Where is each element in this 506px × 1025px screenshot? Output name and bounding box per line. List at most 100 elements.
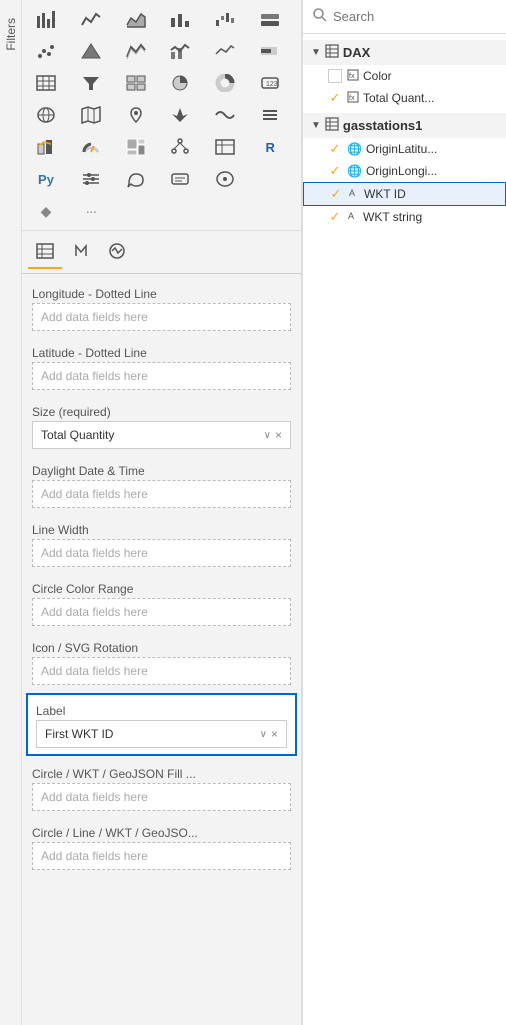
icon-filter[interactable] (73, 68, 109, 98)
longitude-dotted-group: Longitude - Dotted Line Add data fields … (22, 278, 301, 337)
gasstations-table-icon (325, 117, 339, 134)
icon-bullet[interactable] (252, 36, 288, 66)
icon-map2[interactable] (73, 100, 109, 130)
line-width-drop[interactable]: Add data fields here (32, 539, 291, 567)
total-quant-check-icon: ✓ (327, 90, 343, 106)
origin-lat-label: OriginLatitu... (366, 142, 437, 156)
dax-chevron-icon: ▼ (311, 47, 321, 58)
tree-item-total-quant[interactable]: ✓ fx Total Quant... (303, 87, 506, 109)
search-box (303, 0, 506, 34)
size-group: Size (required) Total Quantity ∨ × (22, 396, 301, 455)
icon-r[interactable]: R (252, 132, 288, 162)
sub-tab-analytics[interactable] (100, 235, 134, 269)
icon-pin[interactable] (118, 100, 154, 130)
dax-label: DAX (343, 45, 370, 60)
icon-svg-drop[interactable]: Add data fields here (32, 657, 291, 685)
tree-item-wkt-string[interactable]: ✓ A WKT string (303, 206, 506, 228)
icon-list[interactable] (252, 100, 288, 130)
icon-bar-chart[interactable] (28, 4, 64, 34)
icon-empty4 (207, 196, 243, 226)
size-drop-actions: ∨ × (264, 428, 282, 442)
icon-bubble[interactable] (118, 164, 154, 194)
icon-slicer[interactable] (73, 164, 109, 194)
label-drop[interactable]: First WKT ID ∨ × (36, 720, 287, 748)
longitude-dotted-drop[interactable]: Add data fields here (32, 303, 291, 331)
icon-diamond[interactable]: ◆ (28, 196, 64, 226)
tree-item-origin-long[interactable]: ✓ 🌐 OriginLongi... (303, 160, 506, 182)
icon-pie[interactable] (162, 68, 198, 98)
size-drop[interactable]: Total Quantity ∨ × (32, 421, 291, 449)
icon-matrix[interactable] (118, 68, 154, 98)
icon-card[interactable]: 123 (252, 68, 288, 98)
size-chevron-icon[interactable]: ∨ (264, 430, 271, 441)
icon-decomp[interactable] (162, 132, 198, 162)
tree-header-dax[interactable]: ▼ DAX (303, 40, 506, 65)
icon-svg-group: Icon / SVG Rotation Add data fields here (22, 632, 301, 691)
sub-tab-format[interactable] (64, 235, 98, 269)
icon-100-bar[interactable] (252, 4, 288, 34)
tree-item-wkt-id[interactable]: ✓ A WKT ID (303, 182, 506, 206)
label-group: Label First WKT ID ∨ × (26, 693, 297, 756)
size-label: Size (required) (32, 400, 291, 421)
tree-item-color[interactable]: fx Color (303, 65, 506, 87)
longitude-dotted-label: Longitude - Dotted Line (32, 282, 291, 303)
size-close-icon[interactable]: × (275, 428, 282, 442)
icon-kpi[interactable] (28, 132, 64, 162)
svg-text:fx: fx (349, 95, 355, 102)
search-input[interactable] (333, 9, 496, 24)
icon-line-chart[interactable] (73, 4, 109, 34)
tree-section-dax: ▼ DAX fx Color ✓ (303, 38, 506, 111)
label-close-icon[interactable]: × (271, 727, 278, 741)
circle-line-wkt-drop[interactable]: Add data fields here (32, 842, 291, 870)
circle-wkt-drop[interactable]: Add data fields here (32, 783, 291, 811)
sub-tab-fields[interactable] (28, 235, 62, 269)
color-check-icon (327, 68, 343, 84)
icon-map[interactable] (28, 100, 64, 130)
daylight-label: Daylight Date & Time (32, 459, 291, 480)
icon-waterfall[interactable] (207, 4, 243, 34)
icon-treemap[interactable] (118, 132, 154, 162)
icon-python[interactable]: Py (28, 164, 64, 194)
icon-ribbon[interactable] (118, 36, 154, 66)
icon-sparkline[interactable] (207, 36, 243, 66)
wkt-string-text-icon: A (347, 210, 359, 225)
icon-dots[interactable]: ··· (73, 196, 109, 226)
right-panel: ▼ DAX fx Color ✓ (302, 0, 506, 1025)
tree-header-gasstations[interactable]: ▼ gasstations1 (303, 113, 506, 138)
tree-section-gasstations: ▼ gasstations1 ✓ 🌐 OriginLatitu... ✓ 🌐 (303, 111, 506, 230)
total-quant-label: Total Quant... (363, 91, 434, 105)
icon-empty3 (162, 196, 198, 226)
icon-scatter[interactable] (28, 36, 64, 66)
origin-long-check-icon: ✓ (327, 163, 343, 179)
tree-panel: ▼ DAX fx Color ✓ (303, 34, 506, 1025)
dax-table-icon (325, 44, 339, 61)
icon-plane[interactable] (162, 100, 198, 130)
color-label: Color (363, 69, 392, 83)
line-width-group: Line Width Add data fields here (22, 514, 301, 573)
total-quant-measure-icon: fx (347, 91, 359, 106)
icon-wave[interactable] (207, 100, 243, 130)
latitude-dotted-group: Latitude - Dotted Line Add data fields h… (22, 337, 301, 396)
origin-long-label: OriginLongi... (366, 164, 437, 178)
circle-color-group: Circle Color Range Add data fields here (22, 573, 301, 632)
tree-item-origin-lat[interactable]: ✓ 🌐 OriginLatitu... (303, 138, 506, 160)
filters-label: Filters (0, 10, 22, 59)
circle-color-drop[interactable]: Add data fields here (32, 598, 291, 626)
filters-tab[interactable]: Filters (0, 0, 22, 1025)
wkt-string-label: WKT string (363, 210, 422, 224)
icon-area-chart[interactable] (118, 4, 154, 34)
icon-gauge[interactable] (73, 132, 109, 162)
label-chevron-icon[interactable]: ∨ (260, 729, 267, 740)
icon-column-chart[interactable] (162, 4, 198, 34)
icon-textbox[interactable] (162, 164, 198, 194)
icon-mountain-chart[interactable] (73, 36, 109, 66)
gasstations-chevron-icon: ▼ (311, 120, 321, 131)
icon-matrix2[interactable] (207, 132, 243, 162)
daylight-drop[interactable]: Add data fields here (32, 480, 291, 508)
icon-combo[interactable] (162, 36, 198, 66)
icon-donut[interactable] (207, 68, 243, 98)
latitude-dotted-drop[interactable]: Add data fields here (32, 362, 291, 390)
wkt-id-text-icon: A (348, 187, 360, 202)
icon-geocode[interactable] (207, 164, 243, 194)
icon-table[interactable] (28, 68, 64, 98)
